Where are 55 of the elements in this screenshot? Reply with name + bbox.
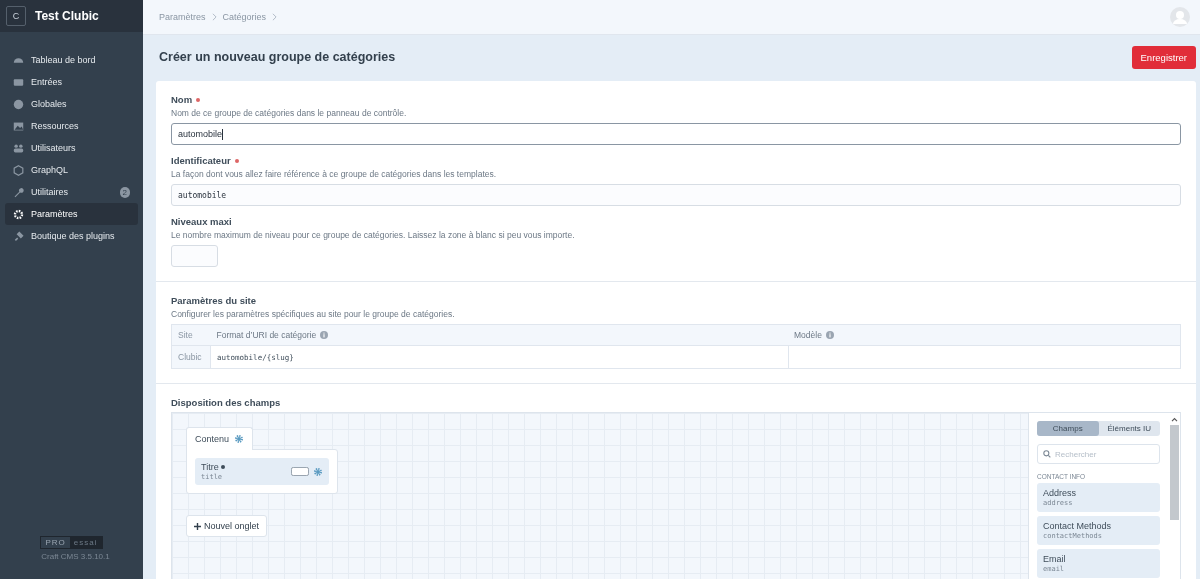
nav-item[interactable]: Entrées bbox=[5, 71, 138, 93]
nav-item[interactable]: Utilisateurs bbox=[5, 137, 138, 159]
field-instructions: Nom de ce groupe de catégories dans le panneau de contrôle. bbox=[171, 108, 408, 118]
section-instructions: Configurer les paramètres spécifiques au site pour le groupe de catégories. bbox=[171, 309, 456, 319]
field-instructions: La façon dont vous allez faire référence à ce groupe de catégories dans les templates. bbox=[171, 169, 498, 179]
section-label: Paramètres du site bbox=[171, 295, 256, 306]
version-text: Craft CMS 3.5.10.1 bbox=[41, 552, 110, 561]
field-label: Identificateur bbox=[171, 155, 231, 166]
nav-item[interactable]: Ressources bbox=[5, 115, 138, 137]
users-icon bbox=[13, 142, 24, 154]
layout-tab[interactable]: Contenu bbox=[186, 427, 254, 450]
section-label: Disposition des champs bbox=[171, 397, 281, 408]
edition-badge: PRO essai bbox=[40, 536, 103, 549]
image-icon bbox=[13, 120, 24, 132]
column-header: Site bbox=[178, 330, 193, 340]
field-instructions: Le nombre maximum de niveau pour ce groupe de catégories. Laissez la zone à blanc si peu vous importe. bbox=[171, 230, 576, 240]
width-icon[interactable] bbox=[291, 467, 309, 476]
column-header: Format d’URI de catégorie bbox=[216, 330, 317, 340]
new-tab-button[interactable]: Nouvel onglet bbox=[186, 515, 268, 537]
search-icon bbox=[1043, 450, 1051, 458]
info-icon[interactable] bbox=[825, 331, 834, 339]
plus-icon bbox=[194, 522, 201, 530]
nav-item[interactable]: Paramètres bbox=[5, 203, 138, 225]
field-label: Nom bbox=[171, 94, 193, 105]
input-field[interactable] bbox=[171, 245, 218, 267]
site-name[interactable]: Test Clubic bbox=[35, 9, 99, 23]
library-tab[interactable]: Éléments IU bbox=[1098, 421, 1160, 436]
table-cell: Clubic bbox=[171, 345, 211, 369]
nav-item[interactable]: Globales bbox=[5, 93, 138, 115]
nav-item[interactable]: Tableau de bord bbox=[5, 49, 138, 71]
nav-item[interactable]: Utilitaires 2 bbox=[5, 181, 138, 203]
chevron-icon bbox=[272, 13, 278, 21]
newspaper-icon bbox=[13, 76, 24, 88]
info-icon[interactable] bbox=[320, 331, 329, 339]
input-field[interactable]: automobile bbox=[171, 123, 1181, 145]
page-title: Créer un nouveau groupe de catégories bbox=[159, 50, 396, 64]
site-logo[interactable]: C bbox=[6, 6, 26, 26]
graph-icon bbox=[13, 164, 24, 176]
nav-item[interactable]: Boutique des plugins bbox=[5, 225, 138, 247]
caret-icon[interactable] bbox=[1170, 417, 1178, 422]
scrollbar[interactable] bbox=[1168, 413, 1180, 579]
nav-item[interactable]: GraphQL bbox=[5, 159, 138, 181]
library-tab[interactable]: Champs bbox=[1037, 421, 1099, 436]
settings-icon[interactable] bbox=[313, 466, 323, 477]
user-avatar-icon[interactable] bbox=[1170, 7, 1190, 27]
column-header: Modèle bbox=[794, 330, 822, 340]
globe-icon bbox=[13, 98, 24, 110]
chevron-icon bbox=[211, 13, 217, 21]
gear-icon bbox=[13, 208, 24, 220]
input-field[interactable]: automobile bbox=[171, 184, 1181, 206]
save-button[interactable]: Enregistrer bbox=[1131, 45, 1196, 69]
field-label: Niveaux maxi bbox=[171, 216, 232, 227]
settings-icon[interactable] bbox=[234, 434, 245, 444]
count-badge: 2 bbox=[119, 186, 130, 198]
search-field[interactable]: Rechercher bbox=[1037, 444, 1160, 464]
